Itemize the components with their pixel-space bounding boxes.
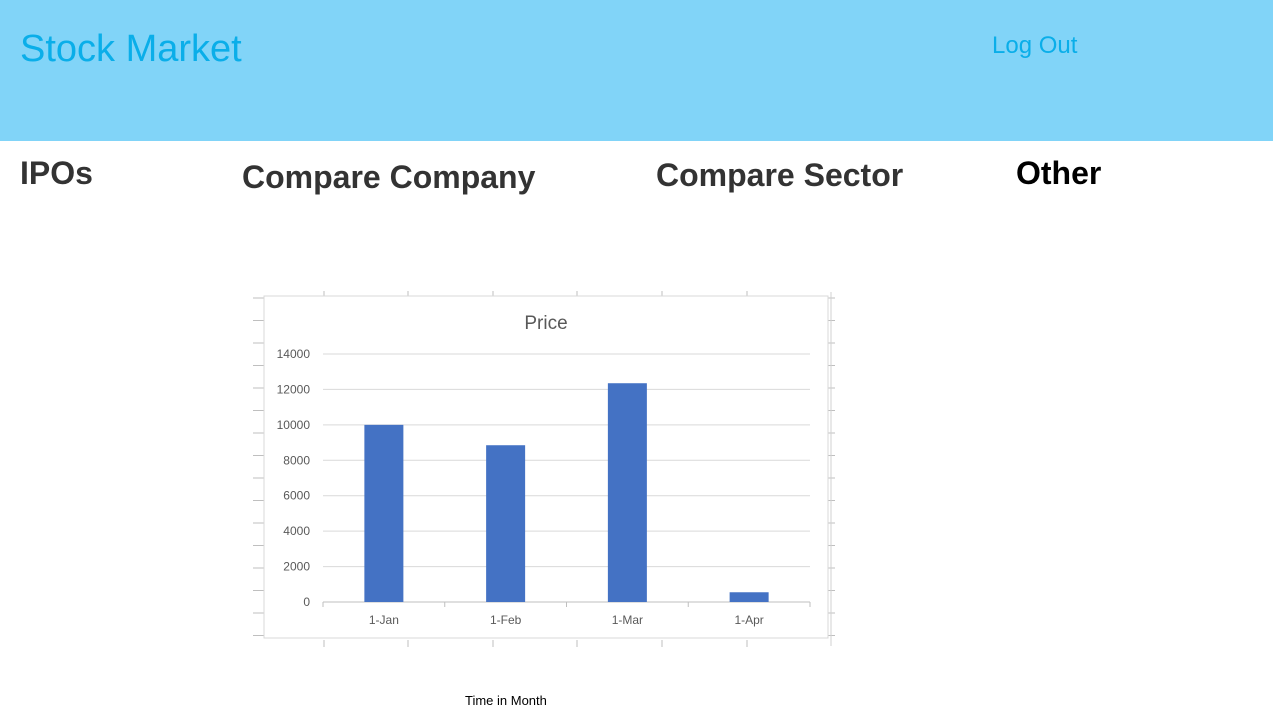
bar bbox=[729, 592, 769, 602]
page: Stock Market Log Out IPOs Compare Compan… bbox=[0, 0, 1273, 720]
x-tick-label: 1-Mar bbox=[612, 613, 643, 627]
y-tick-label: 6000 bbox=[283, 489, 310, 503]
logout-link[interactable]: Log Out bbox=[992, 34, 1077, 58]
nav-item-compare-company[interactable]: Compare Company bbox=[242, 161, 535, 193]
bar bbox=[486, 445, 526, 602]
x-tick-label: 1-Jan bbox=[369, 613, 399, 627]
y-tick-label: 4000 bbox=[283, 524, 310, 538]
y-tick-label: 10000 bbox=[277, 418, 311, 432]
nav-item-compare-sector[interactable]: Compare Sector bbox=[656, 159, 903, 191]
x-axis-caption: Time in Month bbox=[465, 693, 547, 708]
y-tick-label: 2000 bbox=[283, 560, 310, 574]
bar bbox=[607, 383, 647, 602]
price-chart-svg: Price 0 2000 4000 6000 8000 10000 12000 14000 1-J… bbox=[253, 291, 835, 647]
y-tick-label: 12000 bbox=[277, 382, 311, 396]
nav-item-other[interactable]: Other bbox=[1016, 157, 1101, 189]
header-bar: Stock Market Log Out bbox=[0, 0, 1273, 141]
bar bbox=[364, 424, 404, 602]
y-tick-label: 8000 bbox=[283, 453, 310, 467]
y-tick-label: 14000 bbox=[277, 347, 311, 361]
x-tick-label: 1-Feb bbox=[490, 613, 522, 627]
app-title: Stock Market bbox=[20, 28, 242, 70]
chart-frame bbox=[263, 295, 829, 639]
y-tick-label: 0 bbox=[303, 595, 310, 609]
chart-title: Price bbox=[524, 313, 567, 334]
x-tick-label: 1-Apr bbox=[734, 613, 763, 627]
nav-item-ipos[interactable]: IPOs bbox=[20, 157, 93, 189]
price-chart: Price 0 2000 4000 6000 8000 10000 12000 14000 1-J… bbox=[252, 290, 836, 648]
